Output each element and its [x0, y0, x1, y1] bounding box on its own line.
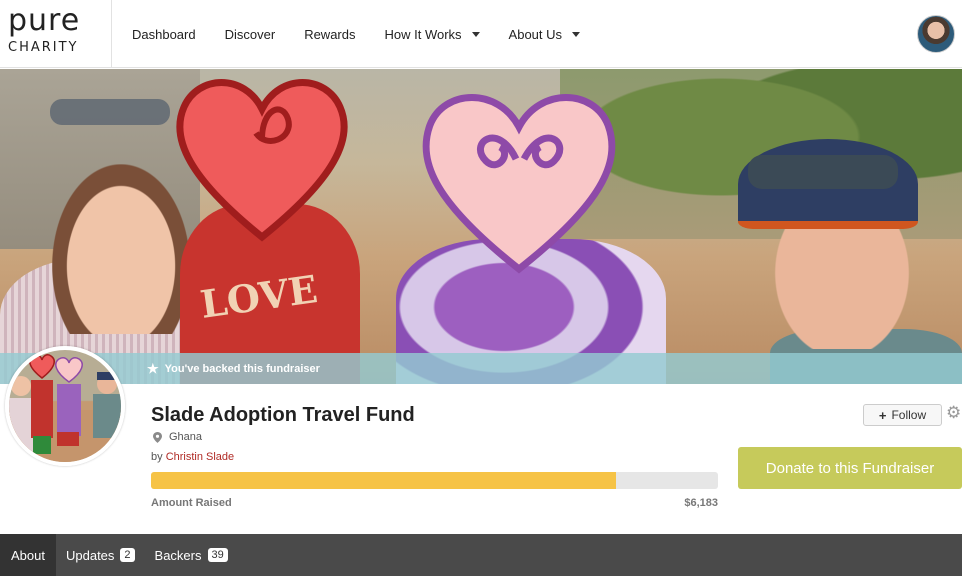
logo-wordmark-bottom: CHARITY	[8, 40, 79, 55]
fundraiser-tabs: About Updates 2 Backers 39	[0, 534, 962, 576]
tab-updates-label: Updates	[65, 547, 115, 563]
tab-about[interactable]: About	[0, 534, 56, 576]
tab-backers-label: Backers	[154, 547, 202, 563]
fundraiser-location: Ghana	[153, 431, 202, 443]
nav-rewards[interactable]: Rewards	[304, 27, 355, 42]
backed-banner	[0, 353, 962, 384]
nav-about-us[interactable]: About Us	[508, 26, 581, 42]
funding-progress-fill	[151, 472, 616, 489]
updates-count-badge: 2	[120, 548, 135, 562]
amount-raised-label: Amount Raised	[151, 497, 232, 509]
plus-icon: +	[878, 407, 887, 423]
avatar-photo	[9, 354, 121, 462]
photo-sunglasses	[50, 99, 170, 125]
heart-icon	[422, 94, 616, 274]
fundraiser-title: Slade Adoption Travel Fund	[151, 404, 415, 426]
follow-button[interactable]: + Follow	[863, 404, 942, 426]
cover-photo: LOVE	[0, 69, 962, 384]
follow-label: Follow	[891, 408, 927, 422]
nav-discover[interactable]: Discover	[225, 27, 276, 42]
author-prefix: by	[151, 451, 163, 463]
tab-updates[interactable]: Updates 2	[56, 534, 145, 576]
chevron-down-icon	[471, 31, 480, 37]
main-nav: Dashboard Discover Rewards How It Works …	[132, 0, 609, 68]
tab-about-label: About	[11, 547, 45, 563]
map-pin-icon	[153, 431, 162, 443]
backed-text: You've backed this fundraiser	[164, 363, 320, 375]
fundraiser-author: by Christin Slade	[151, 451, 234, 463]
fundraiser-avatar	[5, 346, 125, 466]
logo-wordmark-top: pure	[8, 3, 81, 38]
chevron-down-icon	[572, 31, 581, 37]
location-text: Ghana	[169, 431, 203, 443]
nav-rewards-label: Rewards	[304, 26, 356, 42]
gear-icon[interactable]: ⚙	[946, 403, 962, 423]
nav-dashboard-label: Dashboard	[132, 26, 196, 42]
amount-raised-value: $6,183	[684, 497, 718, 509]
nav-discover-label: Discover	[224, 26, 276, 42]
pure-charity-logo[interactable]: pure CHARITY	[0, 0, 112, 68]
backed-notice: ★ You've backed this fundraiser	[147, 361, 320, 377]
nav-about-us-label: About Us	[508, 26, 563, 42]
star-icon: ★	[147, 361, 159, 376]
author-link[interactable]: Christin Slade	[166, 451, 234, 463]
backers-count-badge: 39	[207, 548, 228, 562]
tab-backers[interactable]: Backers 39	[145, 534, 238, 576]
nav-dashboard[interactable]: Dashboard	[132, 27, 196, 42]
donate-button[interactable]: Donate to this Fundraiser	[738, 447, 962, 489]
photo-sunglasses	[748, 155, 898, 189]
heart-icon	[176, 79, 348, 242]
nav-how-it-works[interactable]: How It Works	[384, 26, 480, 42]
user-avatar[interactable]	[917, 15, 955, 53]
top-nav: pure CHARITY Dashboard Discover Rewards …	[0, 0, 962, 68]
funding-progress-bar	[151, 472, 718, 489]
nav-how-it-works-label: How It Works	[384, 26, 462, 42]
